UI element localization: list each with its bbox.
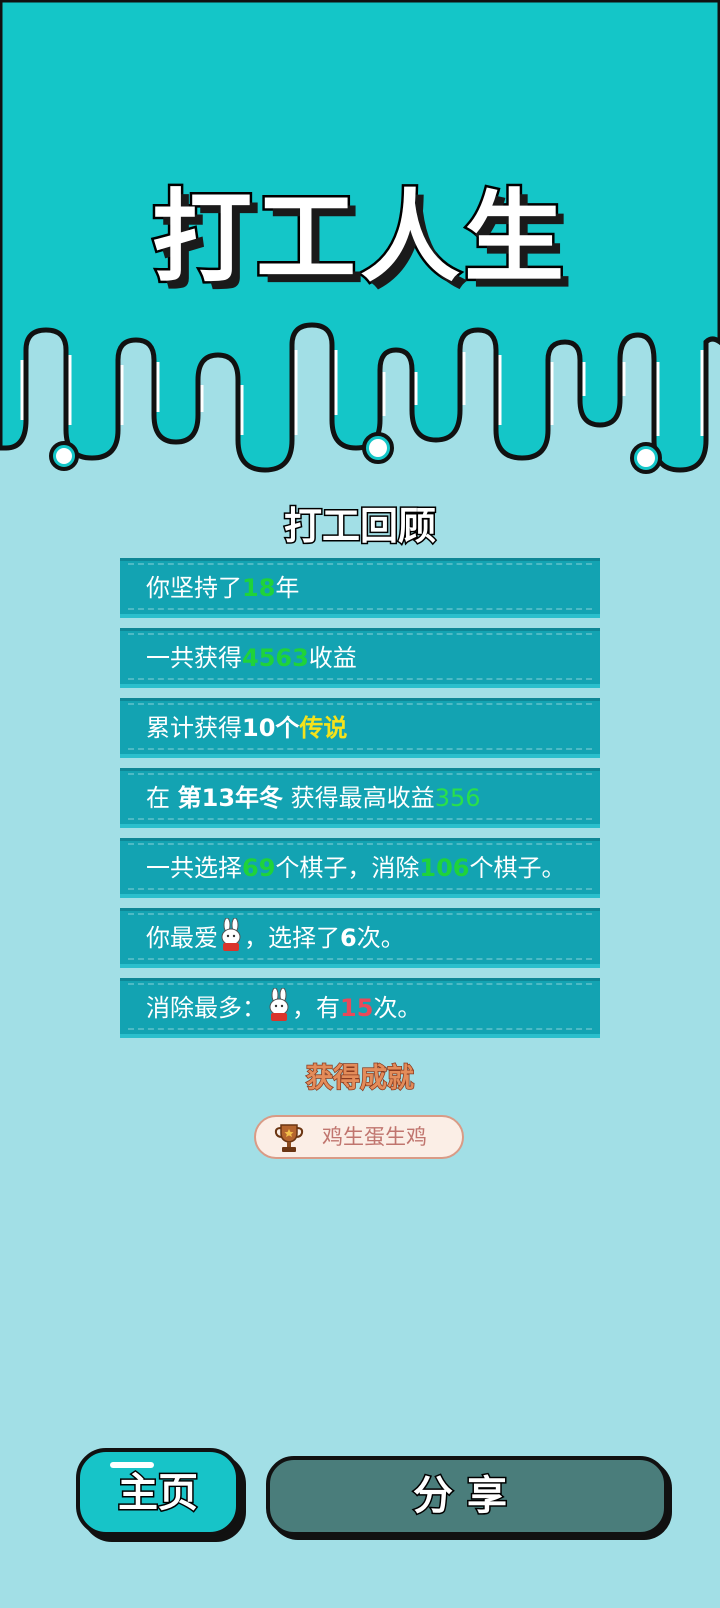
achievement-heading: 获得成就 bbox=[305, 1062, 415, 1095]
home-button[interactable]: 主页 bbox=[76, 1448, 240, 1536]
row-text: 个棋子，消除 bbox=[275, 854, 420, 882]
review-row-years: 你坚持了18年 bbox=[120, 558, 600, 618]
share-button-label: 分享 bbox=[412, 1472, 521, 1521]
max-income-value: 356 bbox=[434, 784, 481, 812]
row-text: 在 bbox=[146, 784, 178, 812]
row-text: 获得最高收益 bbox=[283, 784, 435, 812]
share-button[interactable]: 分享 bbox=[266, 1456, 668, 1536]
achievement-label: 鸡生蛋生鸡 bbox=[322, 1125, 427, 1149]
years-value: 18 bbox=[242, 574, 276, 602]
legend-count: 10个 bbox=[242, 714, 300, 742]
row-text: ，选择了 bbox=[244, 924, 340, 952]
bunny-icon bbox=[269, 988, 289, 1021]
home-button-label: 主页 bbox=[117, 1469, 200, 1518]
favorite-times: 6 bbox=[340, 924, 357, 952]
row-text: 你坚持了 bbox=[146, 574, 242, 602]
review-row-most-removed: 消除最多： ，有15次。 bbox=[120, 978, 600, 1038]
row-text: 次。 bbox=[373, 994, 422, 1022]
bunny-icon bbox=[221, 918, 241, 951]
trophy-icon bbox=[274, 1124, 304, 1152]
removed-times: 15 bbox=[340, 994, 374, 1022]
review-row-favorite: 你最爱 ，选择了6次。 bbox=[120, 908, 600, 968]
game-title: 打工人生 bbox=[150, 177, 568, 299]
income-value: 4563 bbox=[242, 644, 309, 672]
row-text: 累计获得 bbox=[146, 714, 242, 742]
legend-label: 传说 bbox=[299, 714, 348, 742]
review-row-income: 一共获得4563收益 bbox=[120, 628, 600, 688]
review-row-legend: 累计获得10个传说 bbox=[120, 698, 600, 758]
row-text: 一共获得 bbox=[146, 644, 242, 672]
row-text: 一共选择 bbox=[146, 854, 242, 882]
review-row-max-income: 在 第13年冬 获得最高收益356 bbox=[120, 768, 600, 828]
row-text: 年 bbox=[275, 574, 300, 602]
achievement-badge[interactable]: 鸡生蛋生鸡 bbox=[254, 1115, 464, 1159]
row-text: 次。 bbox=[356, 924, 405, 952]
row-text: 消除最多： bbox=[146, 994, 266, 1022]
row-text: 个棋子。 bbox=[469, 854, 566, 882]
review-row-pieces: 一共选择69个棋子，消除106个棋子。 bbox=[120, 838, 600, 898]
row-text: 收益 bbox=[308, 644, 357, 672]
chosen-value: 69 bbox=[242, 854, 276, 882]
season-value: 第13年冬 bbox=[177, 784, 284, 812]
row-text: ，有 bbox=[292, 994, 340, 1022]
review-list: 你坚持了18年 一共获得4563收益 累计获得10个传说 在 第13年冬 获得最… bbox=[120, 558, 600, 1048]
row-text: 你最爱 bbox=[146, 924, 218, 952]
review-heading: 打工回顾 bbox=[282, 503, 437, 550]
removed-value: 106 bbox=[419, 854, 470, 882]
